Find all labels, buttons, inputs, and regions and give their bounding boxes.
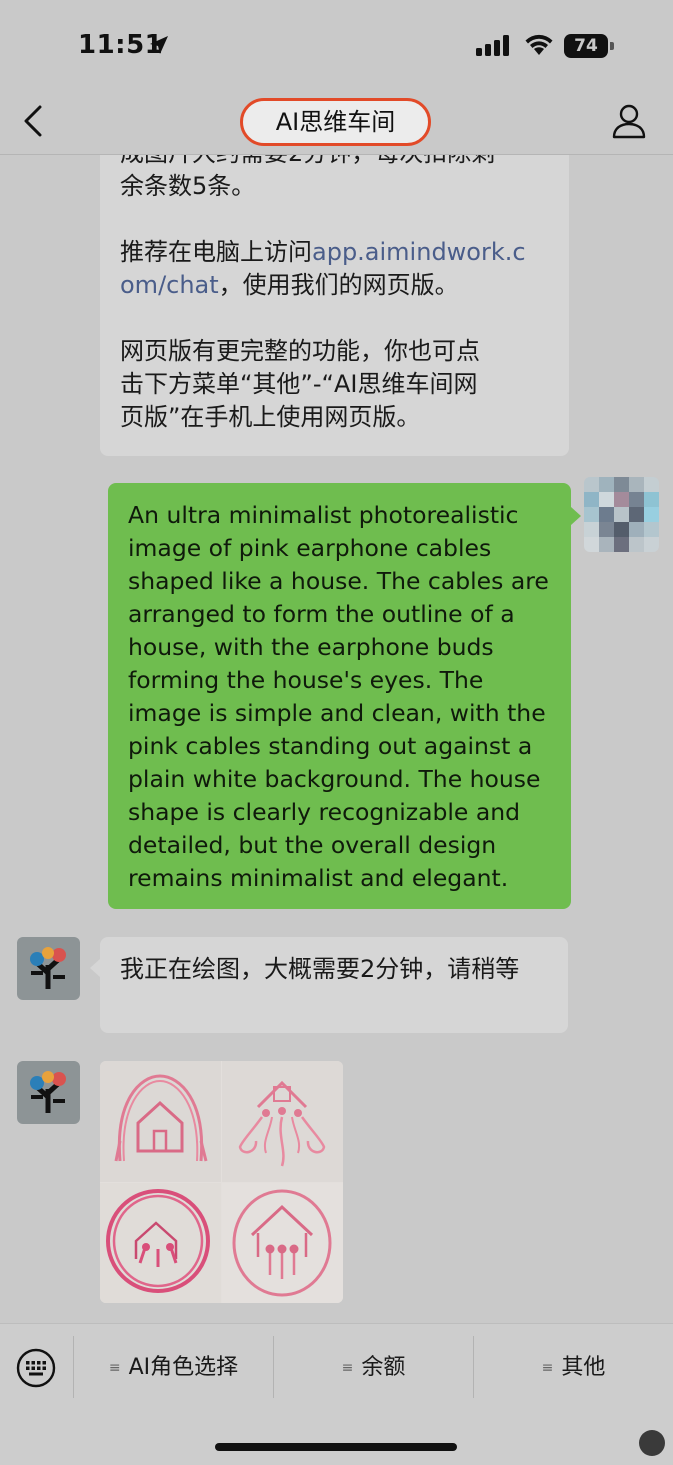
- message-line: 击下方菜单“其他”-“AI思维车间网: [120, 370, 478, 398]
- menu-item-label: AI角色选择: [128, 1355, 239, 1380]
- menu-item-label: 其他: [561, 1355, 606, 1380]
- web-link-continued[interactable]: om/chat: [120, 271, 219, 299]
- image-tile[interactable]: [100, 1183, 221, 1303]
- status-bar: 11:51 74: [0, 0, 673, 90]
- menu-item-other[interactable]: ≡ 其他: [474, 1350, 673, 1386]
- menu-list-icon: ≡: [108, 1360, 121, 1376]
- message-line: 推荐在电脑上访问app.aimindwork.c: [120, 238, 526, 266]
- user-avatar[interactable]: [584, 477, 659, 552]
- bot-avatar[interactable]: [17, 937, 80, 1000]
- message-text: An ultra minimalist photorealistic image…: [128, 501, 549, 892]
- tree-logo-icon: [30, 1071, 66, 1113]
- menu-item-ai-role[interactable]: ≡ AI角色选择: [74, 1350, 273, 1386]
- image-tile[interactable]: [222, 1183, 343, 1303]
- menu-list-icon: ≡: [541, 1360, 554, 1376]
- chat-area[interactable]: 成图片大约需要2分钟，每次扣除剩 余条数5条。 推荐在电脑上访问app.aimi…: [0, 155, 673, 1323]
- message-bubble-received: 成图片大约需要2分钟，每次扣除剩 余条数5条。 推荐在电脑上访问app.aimi…: [100, 155, 569, 456]
- battery-icon: 74: [564, 34, 616, 58]
- chat-title: AI思维车间: [240, 98, 431, 146]
- menu-list-icon: ≡: [341, 1360, 354, 1376]
- menu-item-balance[interactable]: ≡ 余额: [274, 1350, 473, 1386]
- image-tile[interactable]: [100, 1061, 221, 1182]
- home-indicator[interactable]: [215, 1443, 457, 1451]
- nav-bar: AI思维车间: [0, 90, 673, 155]
- tree-logo-icon: [30, 947, 66, 989]
- bot-avatar[interactable]: [17, 1061, 80, 1124]
- message-bubble-sent: An ultra minimalist photorealistic image…: [108, 483, 581, 909]
- message-line: om/chat，使用我们的网页版。: [120, 271, 459, 299]
- keyboard-icon[interactable]: [16, 1348, 56, 1388]
- message-line: 网页版有更完整的功能，你也可点: [120, 337, 480, 365]
- chevron-left-icon[interactable]: [20, 104, 46, 138]
- person-icon[interactable]: [610, 102, 648, 140]
- message-line: 成图片大约需要2分钟，每次扣除剩: [120, 155, 549, 170]
- message-bubble-received: 我正在绘图，大概需要2分钟，请稍等: [90, 937, 568, 1033]
- generated-image-grid[interactable]: [100, 1061, 343, 1303]
- web-link[interactable]: app.aimindwork.c: [312, 238, 526, 266]
- wifi-icon: [525, 34, 553, 55]
- message-line: 页版”在手机上使用网页版。: [120, 403, 421, 431]
- screen-scan-icon[interactable]: [639, 1430, 665, 1456]
- battery-level: 74: [574, 36, 598, 56]
- cellular-signal-icon: [476, 35, 509, 56]
- menu-item-label: 余额: [361, 1355, 406, 1380]
- image-tile[interactable]: [222, 1061, 343, 1182]
- location-arrow-icon: [150, 36, 168, 54]
- message-line: 余条数5条。: [120, 172, 256, 200]
- message-text: 我正在绘图，大概需要2分钟，请稍等: [120, 955, 520, 983]
